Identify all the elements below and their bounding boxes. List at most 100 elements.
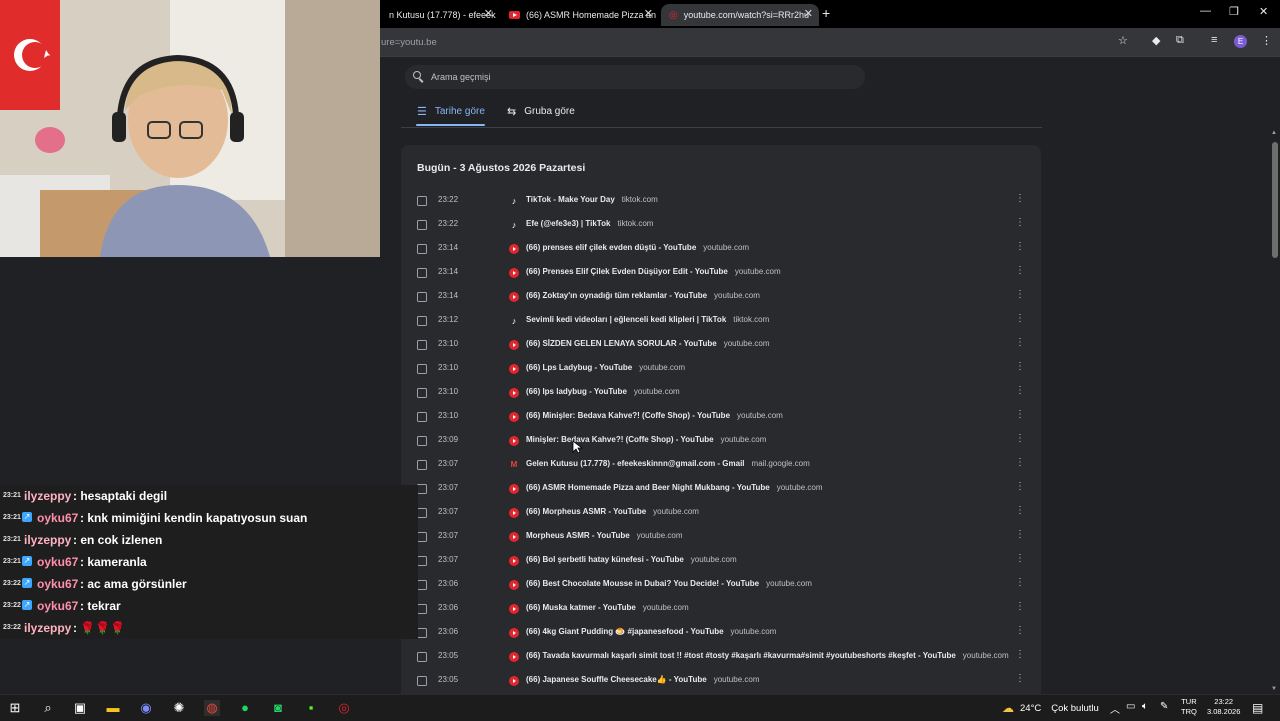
- history-entry[interactable]: 23:05 (66) Japanese Souffle Cheesecake👍 -…: [401, 669, 1041, 693]
- history-entry[interactable]: 23:14 (66) Zoktay'ın oynadığı tüm reklaml…: [401, 285, 1041, 309]
- media-controls-icon[interactable]: ≡: [1211, 34, 1217, 46]
- history-search-input[interactable]: Arama geçmişi: [405, 65, 865, 89]
- more-actions-icon[interactable]: ⋮: [1015, 361, 1025, 372]
- entry-checkbox[interactable]: [417, 532, 427, 542]
- entry-checkbox[interactable]: [417, 676, 427, 686]
- entry-checkbox[interactable]: [417, 388, 427, 398]
- notification-icon[interactable]: ▤: [1252, 701, 1263, 715]
- new-tab-button[interactable]: +: [822, 5, 830, 21]
- history-entry[interactable]: 23:14 (66) prenses elif çilek evden düştü…: [401, 237, 1041, 261]
- scroll-up-icon[interactable]: ▲: [1271, 130, 1277, 136]
- discord-icon[interactable]: ◉: [138, 700, 154, 716]
- more-actions-icon[interactable]: ⋮: [1015, 337, 1025, 348]
- history-entry[interactable]: 23:22 ♪ Efe (@efe3e3) | TikTok tiktok.com ⋮: [401, 213, 1041, 237]
- entry-checkbox[interactable]: [417, 580, 427, 590]
- opera-icon[interactable]: ◎: [336, 700, 352, 716]
- entry-title-link[interactable]: (66) Prenses Elif Çilek Evden Düşüyor Ed…: [526, 267, 781, 276]
- kick-icon[interactable]: ▪: [303, 700, 319, 716]
- history-entry[interactable]: 23:07 (66) Morpheus ASMR - YouTube youtube…: [401, 501, 1041, 525]
- more-actions-icon[interactable]: ⋮: [1015, 289, 1025, 300]
- entry-title-link[interactable]: (66) Zoktay'ın oynadığı tüm reklamlar - …: [526, 291, 760, 300]
- history-entry[interactable]: 23:10 (66) Lps Ladybug - YouTube youtube.c…: [401, 357, 1041, 381]
- more-actions-icon[interactable]: ⋮: [1015, 625, 1025, 636]
- history-entry[interactable]: 23:05 (66) Tavada kavurmalı kaşarlı simit…: [401, 645, 1041, 669]
- entry-title-link[interactable]: (66) Lps Ladybug - YouTube youtube.com: [526, 363, 685, 372]
- chatgpt-icon[interactable]: ✺: [171, 700, 187, 716]
- more-actions-icon[interactable]: ⋮: [1015, 265, 1025, 276]
- entry-title-link[interactable]: TikTok - Make Your Day tiktok.com: [526, 195, 658, 204]
- more-actions-icon[interactable]: ⋮: [1015, 505, 1025, 516]
- entry-checkbox[interactable]: [417, 412, 427, 422]
- entry-title-link[interactable]: (66) prenses elif çilek evden düştü - Yo…: [526, 243, 749, 252]
- entry-title-link[interactable]: (66) Japanese Souffle Cheesecake👍 - YouT…: [526, 675, 760, 684]
- whatsapp-icon[interactable]: ◙: [270, 700, 286, 716]
- windows-start-icon[interactable]: ⊞: [7, 700, 23, 716]
- more-actions-icon[interactable]: ⋮: [1015, 601, 1025, 612]
- more-actions-icon[interactable]: ⋮: [1015, 577, 1025, 588]
- close-icon[interactable]: ✕: [484, 7, 493, 20]
- history-entry[interactable]: 23:06 (66) Muska katmer - YouTube youtube.…: [401, 597, 1041, 621]
- history-entry[interactable]: 23:06 (66) 4kg Giant Pudding 🍮 #japanesef…: [401, 621, 1041, 645]
- entry-title-link[interactable]: Sevimli kedi videoları | eğlenceli kedi …: [526, 315, 769, 324]
- language-indicator[interactable]: TUR TRQ: [1181, 697, 1197, 717]
- tab-by-date[interactable]: ☰ Tarihe göre: [417, 105, 485, 118]
- entry-title-link[interactable]: (66) Morpheus ASMR - YouTube youtube.com: [526, 507, 699, 516]
- close-window-icon[interactable]: ✕: [1259, 5, 1268, 18]
- close-icon[interactable]: ✕: [804, 7, 813, 20]
- url-field[interactable]: ure=youtu.be: [381, 37, 437, 48]
- entry-title-link[interactable]: (66) Tavada kavurmalı kaşarlı simit tost…: [526, 651, 1009, 660]
- history-entry[interactable]: 23:07 Morpheus ASMR - YouTube youtube.com ⋮: [401, 525, 1041, 549]
- more-actions-icon[interactable]: ⋮: [1015, 553, 1025, 564]
- entry-title-link[interactable]: (66) lps ladybug - YouTube youtube.com: [526, 387, 680, 396]
- tab-youtube-pizza[interactable]: (66) ASMR Homemade Pizza an ✕: [501, 4, 659, 26]
- history-entry[interactable]: 23:07 (66) Bol şerbetli hatay künefesi - …: [401, 549, 1041, 573]
- spotify-icon[interactable]: ●: [237, 700, 253, 716]
- minimize-icon[interactable]: —: [1200, 5, 1211, 17]
- more-actions-icon[interactable]: ⋮: [1015, 409, 1025, 420]
- history-entry[interactable]: 23:12 ♪ Sevimli kedi videoları | eğlenceli…: [401, 309, 1041, 333]
- puzzle-icon[interactable]: ⧉: [1176, 34, 1184, 47]
- entry-checkbox[interactable]: [417, 292, 427, 302]
- scrollbar[interactable]: ▲ ▼: [1270, 130, 1280, 694]
- more-actions-icon[interactable]: ⋮: [1015, 649, 1025, 660]
- more-actions-icon[interactable]: ⋮: [1015, 241, 1025, 252]
- entry-title-link[interactable]: (66) 4kg Giant Pudding 🍮 #japanesefood -…: [526, 627, 776, 636]
- file-explorer-icon[interactable]: ▬: [105, 700, 121, 716]
- entry-checkbox[interactable]: [417, 316, 427, 326]
- entry-checkbox[interactable]: [417, 220, 427, 230]
- entry-title-link[interactable]: (66) ASMR Homemade Pizza and Beer Night …: [526, 483, 823, 492]
- bookmark-star-icon[interactable]: ☆: [1118, 34, 1128, 47]
- entry-checkbox[interactable]: [417, 244, 427, 254]
- menu-icon[interactable]: ⋮: [1261, 34, 1272, 47]
- entry-checkbox[interactable]: [417, 460, 427, 470]
- more-actions-icon[interactable]: ⋮: [1015, 433, 1025, 444]
- scrollbar-thumb[interactable]: [1272, 142, 1278, 258]
- entry-checkbox[interactable]: [417, 196, 427, 206]
- entry-checkbox[interactable]: [417, 268, 427, 278]
- history-entry[interactable]: 23:22 ♪ TikTok - Make Your Day tiktok.com ⋮: [401, 189, 1041, 213]
- history-entry[interactable]: 23:06 (66) Best Chocolate Mousse in Dubai…: [401, 573, 1041, 597]
- chevron-up-icon[interactable]: ︿: [1110, 701, 1120, 716]
- restore-icon[interactable]: ❐: [1229, 5, 1239, 18]
- entry-checkbox[interactable]: [417, 364, 427, 374]
- clock[interactable]: 23:22 3.08.2026: [1207, 697, 1240, 717]
- entry-checkbox[interactable]: [417, 484, 427, 494]
- entry-checkbox[interactable]: [417, 604, 427, 614]
- tab-gmail[interactable]: n Kutusu (17.778) - efeeek ✕: [381, 4, 499, 26]
- history-entry[interactable]: 23:07 M Gelen Kutusu (17.778) - efeekeskin…: [401, 453, 1041, 477]
- pen-icon[interactable]: ✎: [1160, 701, 1168, 712]
- entry-checkbox[interactable]: [417, 340, 427, 350]
- more-actions-icon[interactable]: ⋮: [1015, 193, 1025, 204]
- history-entry[interactable]: 23:09 Minişler: Bedava Kahve?! (Coffe Sho…: [401, 429, 1041, 453]
- history-entry[interactable]: 23:14 (66) Prenses Elif Çilek Evden Düşüy…: [401, 261, 1041, 285]
- volume-icon[interactable]: 🔈︎: [1142, 701, 1148, 712]
- more-actions-icon[interactable]: ⋮: [1015, 457, 1025, 468]
- entry-title-link[interactable]: (66) Muska katmer - YouTube youtube.com: [526, 603, 689, 612]
- entry-title-link[interactable]: Minişler: Bedava Kahve?! (Coffe Shop) - …: [526, 435, 766, 444]
- entry-title-link[interactable]: Efe (@efe3e3) | TikTok tiktok.com: [526, 219, 653, 228]
- history-entry[interactable]: 23:07 (66) ASMR Homemade Pizza and Beer N…: [401, 477, 1041, 501]
- entry-title-link[interactable]: (66) Minişler: Bedava Kahve?! (Coffe Sho…: [526, 411, 783, 420]
- history-entry[interactable]: 23:10 (66) lps ladybug - YouTube youtube.c…: [401, 381, 1041, 405]
- entry-title-link[interactable]: (66) SİZDEN GELEN LENAYA SORULAR - YouTu…: [526, 339, 770, 348]
- entry-title-link[interactable]: Morpheus ASMR - YouTube youtube.com: [526, 531, 683, 540]
